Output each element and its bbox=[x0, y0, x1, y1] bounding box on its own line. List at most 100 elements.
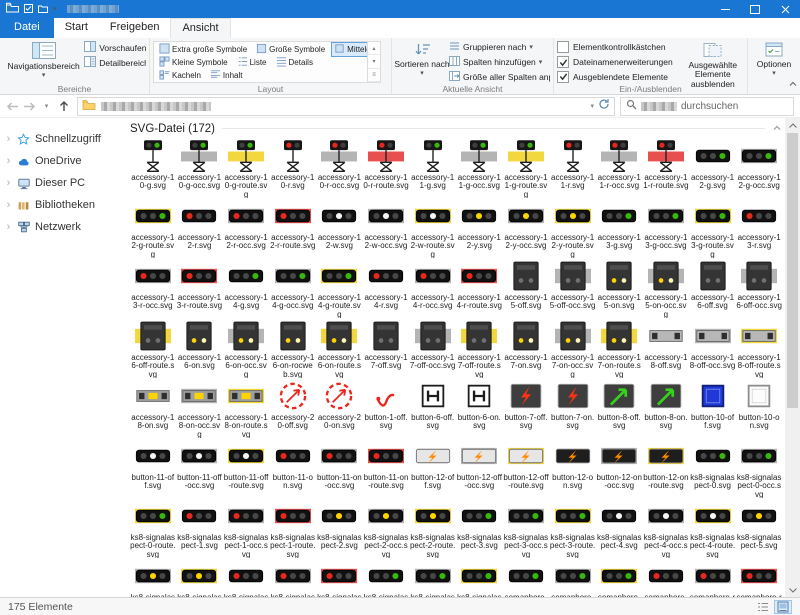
file-tile[interactable]: accessory-12-g.svg bbox=[690, 138, 736, 198]
file-tile[interactable]: accessory-11-g-route.svg bbox=[503, 138, 549, 198]
file-tile[interactable]: button-8-on.svg bbox=[643, 378, 689, 438]
file-tile[interactable]: accessory-11-g.svg bbox=[410, 138, 456, 198]
file-tile[interactable]: ks8-signalaspect-6.svg bbox=[223, 558, 269, 597]
file-tile[interactable]: button-12-off-occ.svg bbox=[456, 438, 502, 498]
file-tile[interactable]: ks8-signalaspect-7.svg bbox=[363, 558, 409, 597]
details-view-toggle[interactable] bbox=[754, 600, 772, 614]
file-tile[interactable]: accessory-13-r-occ.svg bbox=[130, 258, 176, 318]
file-tile[interactable]: semaphore-r-route.svg bbox=[736, 558, 782, 597]
file-tile[interactable]: accessory-16-on.svg bbox=[177, 318, 223, 378]
file-tile[interactable]: accessory-14-g-occ.svg bbox=[270, 258, 316, 318]
file-tile[interactable]: accessory-11-r-route.svg bbox=[643, 138, 689, 198]
file-tile[interactable]: accessory-17-on-route.svg bbox=[596, 318, 642, 378]
file-tile[interactable]: ks8-signalaspect-4-occ.svg bbox=[643, 498, 689, 558]
file-tile[interactable]: ks8-signalaspect-3-occ.svg bbox=[503, 498, 549, 558]
file-tile[interactable]: button-7-off.svg bbox=[503, 378, 549, 438]
qat-new-folder-icon[interactable] bbox=[38, 0, 48, 18]
chevron-right-icon[interactable]: › bbox=[5, 199, 12, 211]
file-tile[interactable]: semaphore-g-route.svg bbox=[596, 558, 642, 597]
file-tile[interactable]: semaphore-g-occ.svg bbox=[550, 558, 596, 597]
file-tile[interactable]: accessory-18-on-occ.svg bbox=[177, 378, 223, 438]
close-button[interactable] bbox=[770, 0, 800, 18]
preview-pane-button[interactable]: Vorschaufenster bbox=[84, 41, 146, 54]
file-tile[interactable]: accessory-12-r-occ.svg bbox=[223, 198, 269, 258]
file-tile[interactable]: button-12-on-occ.svg bbox=[596, 438, 642, 498]
file-tile[interactable]: button-12-on.svg bbox=[550, 438, 596, 498]
file-tile[interactable]: ks8-signalaspect-1-route.svg bbox=[270, 498, 316, 558]
file-tile[interactable]: ks8-signalaspect-0-route.svg bbox=[130, 498, 176, 558]
file-tile[interactable]: accessory-13-g-occ.svg bbox=[643, 198, 689, 258]
file-tile[interactable]: accessory-16-on-occ.svg bbox=[223, 318, 269, 378]
file-tile[interactable]: accessory-10-g.svg bbox=[130, 138, 176, 198]
recent-locations-chevron-icon[interactable]: ▾ bbox=[38, 97, 55, 115]
file-tile[interactable]: accessory-10-r-occ.svg bbox=[317, 138, 363, 198]
file-tile[interactable]: button-11-on.svg bbox=[270, 438, 316, 498]
file-tile[interactable]: button-1-off.svg bbox=[363, 378, 409, 438]
file-tile[interactable]: button-12-off-route.svg bbox=[503, 438, 549, 498]
minimize-button[interactable] bbox=[710, 0, 740, 18]
file-tile[interactable]: accessory-11-r.svg bbox=[550, 138, 596, 198]
file-tile[interactable]: button-7-on.svg bbox=[550, 378, 596, 438]
chevron-right-icon[interactable]: › bbox=[5, 133, 12, 145]
chevron-right-icon[interactable]: › bbox=[5, 221, 12, 233]
collapse-ribbon-button[interactable] bbox=[788, 75, 798, 93]
file-tile[interactable]: ks8-signalaspect-5.svg bbox=[736, 498, 782, 558]
file-tile[interactable]: button-10-off.svg bbox=[690, 378, 736, 438]
file-tile[interactable]: accessory-10-g-occ.svg bbox=[177, 138, 223, 198]
file-tile[interactable]: accessory-13-g-route.svg bbox=[690, 198, 736, 258]
forward-button[interactable] bbox=[21, 97, 38, 115]
sidebar-item-netzwerk[interactable]: ›Netzwerk bbox=[0, 216, 118, 238]
file-tile[interactable]: accessory-17-off-occ.svg bbox=[410, 318, 456, 378]
file-tile[interactable]: accessory-12-w-route.svg bbox=[410, 198, 456, 258]
file-tile[interactable]: ks8-signalaspect-6-route.svg bbox=[317, 558, 363, 597]
file-tile[interactable]: ks8-signalaspect-7-occ.svg bbox=[410, 558, 456, 597]
file-tile[interactable]: accessory-12-w.svg bbox=[317, 198, 363, 258]
details-pane-button[interactable]: Detailbereich bbox=[84, 56, 146, 69]
file-tile[interactable]: accessory-13-r.svg bbox=[736, 198, 782, 258]
file-tile[interactable]: accessory-15-off.svg bbox=[503, 258, 549, 318]
back-button[interactable] bbox=[4, 97, 21, 115]
file-tile[interactable]: accessory-11-g-occ.svg bbox=[456, 138, 502, 198]
view-option-details[interactable]: Details bbox=[273, 55, 316, 70]
checkbox-elementkontrollk-stchen[interactable]: Elementkontrollkästchen bbox=[557, 41, 682, 54]
add-columns-button[interactable]: Spalten hinzufügen▾ bbox=[449, 56, 550, 69]
file-tile[interactable]: ks8-signalaspect-7-route.svg bbox=[456, 558, 502, 597]
file-tile[interactable]: button-11-off.svg bbox=[130, 438, 176, 498]
file-tile[interactable]: accessory-12-g-occ.svg bbox=[736, 138, 782, 198]
file-tile[interactable]: accessory-14-r-occ.svg bbox=[410, 258, 456, 318]
file-tile[interactable]: accessory-16-off-occ.svg bbox=[736, 258, 782, 318]
sidebar-item-onedrive[interactable]: ›OneDrive bbox=[0, 150, 118, 172]
file-tile[interactable]: semaphore-r.svg bbox=[643, 558, 689, 597]
chevron-right-icon[interactable]: › bbox=[5, 177, 12, 189]
file-tile[interactable]: accessory-15-off-occ.svg bbox=[550, 258, 596, 318]
file-tile[interactable]: ks8-signalaspect-4-route.svg bbox=[690, 498, 736, 558]
file-tile[interactable]: accessory-15-on.svg bbox=[596, 258, 642, 318]
file-tile[interactable]: button-11-on-route.svg bbox=[363, 438, 409, 498]
maximize-button[interactable] bbox=[740, 0, 770, 18]
file-tile[interactable]: ks8-signalaspect-2-route.svg bbox=[410, 498, 456, 558]
file-tile[interactable]: accessory-13-g.svg bbox=[596, 198, 642, 258]
file-tile[interactable]: accessory-10-g-route.svg bbox=[223, 138, 269, 198]
file-tile[interactable]: accessory-18-on-route.svg bbox=[223, 378, 269, 438]
file-tile[interactable]: accessory-10-r-route.svg bbox=[363, 138, 409, 198]
icons-view-toggle[interactable] bbox=[774, 600, 792, 614]
file-tile[interactable]: ks8-signalaspect-5-route.svg bbox=[177, 558, 223, 597]
file-tile[interactable]: accessory-17-on-occ.svg bbox=[550, 318, 596, 378]
file-tile[interactable]: accessory-14-g-route.svg bbox=[317, 258, 363, 318]
file-tile[interactable]: ks8-signalaspect-2.svg bbox=[317, 498, 363, 558]
file-tile[interactable]: button-12-off.svg bbox=[410, 438, 456, 498]
size-all-columns-button[interactable]: Größe aller Spalten anpassen bbox=[449, 70, 550, 83]
qat-properties-icon[interactable] bbox=[24, 0, 33, 18]
file-tile[interactable]: ks8-signalaspect-0-occ.svg bbox=[736, 438, 782, 498]
sidebar-item-dieser-pc[interactable]: ›Dieser PC bbox=[0, 172, 118, 194]
file-tile[interactable]: button-11-off-route.svg bbox=[223, 438, 269, 498]
file-tile[interactable]: button-10-on.svg bbox=[736, 378, 782, 438]
tab-datei[interactable]: Datei bbox=[0, 18, 54, 38]
chevron-right-icon[interactable]: › bbox=[5, 155, 12, 167]
navigation-pane-button[interactable]: Navigationsbereich ▾ bbox=[3, 41, 84, 83]
sidebar-item-schnellzugriff[interactable]: ›Schnellzugriff bbox=[0, 128, 118, 150]
gallery-up-icon[interactable]: ▴ bbox=[368, 42, 380, 55]
file-tile[interactable]: ks8-signalaspect-3-route.svg bbox=[550, 498, 596, 558]
file-tile[interactable]: accessory-14-r-route.svg bbox=[456, 258, 502, 318]
qat-customize-chevron-icon[interactable]: ▾ bbox=[53, 5, 57, 13]
